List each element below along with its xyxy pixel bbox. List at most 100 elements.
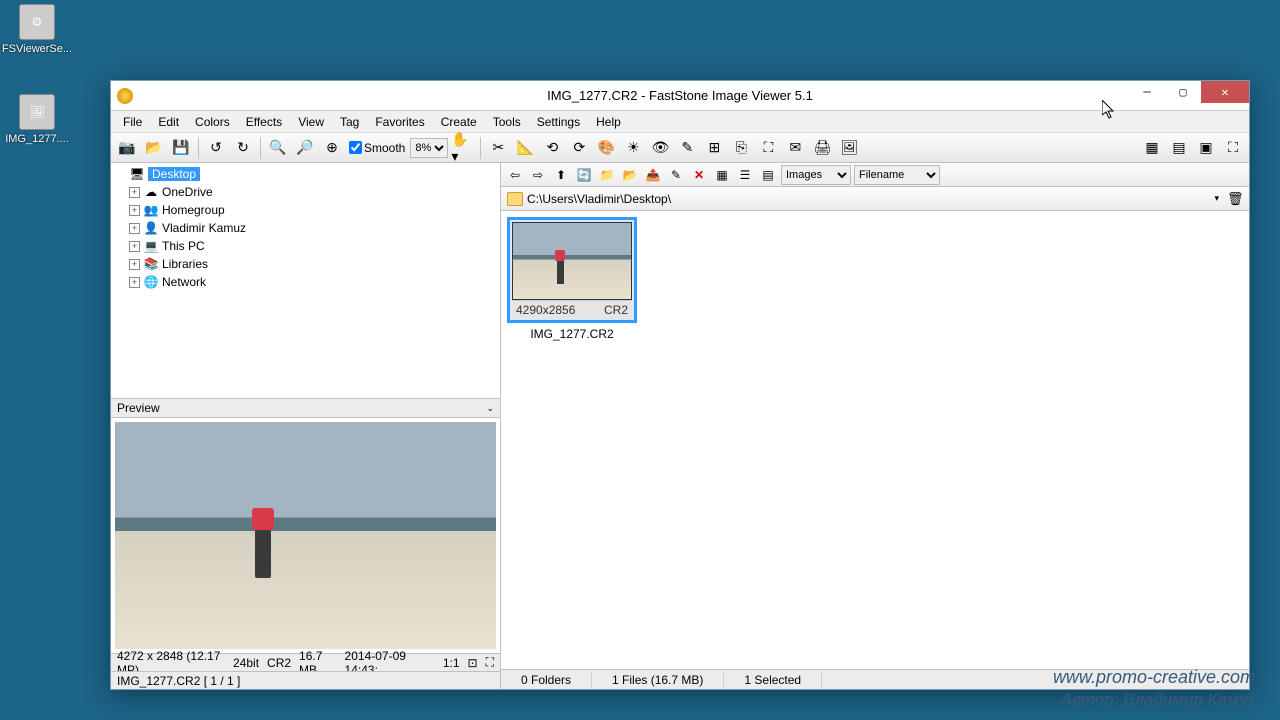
- clone-icon[interactable]: ⎘: [729, 136, 753, 160]
- save-icon[interactable]: 💾: [169, 136, 193, 160]
- zoom-select[interactable]: 8%: [410, 138, 448, 158]
- network-icon: 🌐: [143, 274, 159, 290]
- compare-icon[interactable]: ⊞: [702, 136, 726, 160]
- rename-icon[interactable]: ✎: [666, 165, 686, 185]
- expand-icon[interactable]: ⛶: [486, 655, 494, 670]
- preview-status: 4272 x 2848 (12.17 MP) 24bit CR2 16.7 MB…: [111, 653, 500, 671]
- desktop-icon: 🖥: [129, 166, 145, 182]
- menu-edit[interactable]: Edit: [150, 113, 187, 131]
- menu-tools[interactable]: Tools: [485, 113, 529, 131]
- nav-toolbar: ⇦ ⇨ ⬆ 🔄 📁 📂 📤 ✎ ✕ ▦ ☰ ▤ Images Filename: [501, 163, 1249, 187]
- smooth-checkbox[interactable]: [349, 141, 362, 154]
- view-browser-icon[interactable]: ▤: [1167, 136, 1191, 160]
- delete-icon[interactable]: ✕: [689, 165, 709, 185]
- nav-back-icon[interactable]: ⇦: [505, 165, 525, 185]
- menu-settings[interactable]: Settings: [529, 113, 588, 131]
- maximize-button[interactable]: ▢: [1165, 81, 1201, 103]
- nav-refresh-icon[interactable]: 🔄: [574, 165, 594, 185]
- zoom-out-icon[interactable]: 🔎: [293, 136, 317, 160]
- minimize-button[interactable]: ─: [1129, 81, 1165, 103]
- tree-item-homegroup[interactable]: + 👥 Homegroup: [111, 201, 500, 219]
- new-folder-icon[interactable]: 📁: [597, 165, 617, 185]
- nav-forward-icon[interactable]: ⇨: [528, 165, 548, 185]
- tree-item-user[interactable]: + 👤 Vladimir Kamuz: [111, 219, 500, 237]
- filter-select[interactable]: Images: [781, 165, 851, 185]
- menu-favorites[interactable]: Favorites: [367, 113, 432, 131]
- path-bar: C:\Users\Vladimir\Desktop\ ▾ 🗑: [501, 187, 1249, 211]
- hand-tool-icon[interactable]: ✋▾: [451, 136, 475, 160]
- expand-icon[interactable]: +: [129, 277, 140, 288]
- adjust-colors-icon[interactable]: 🎨: [594, 136, 618, 160]
- cloud-icon: ☁: [143, 184, 159, 200]
- left-panel: 🖥 Desktop + ☁ OneDrive + 👥 Homegroup + 👤…: [111, 163, 501, 689]
- wallpaper-icon[interactable]: 🖼: [837, 136, 861, 160]
- folder-tree[interactable]: 🖥 Desktop + ☁ OneDrive + 👥 Homegroup + 👤…: [111, 163, 500, 398]
- screenshot-icon[interactable]: ⛶: [756, 136, 780, 160]
- tree-item-libraries[interactable]: + 📚 Libraries: [111, 255, 500, 273]
- status-bar: 0 Folders 1 Files (16.7 MB) 1 Selected: [501, 669, 1249, 689]
- copy-to-icon[interactable]: 📂: [620, 165, 640, 185]
- titlebar[interactable]: IMG_1277.CR2 - FastStone Image Viewer 5.…: [111, 81, 1249, 111]
- menu-bar: File Edit Colors Effects View Tag Favori…: [111, 111, 1249, 133]
- main-window: IMG_1277.CR2 - FastStone Image Viewer 5.…: [110, 80, 1250, 690]
- desktop-icon-fsviewer[interactable]: ⚙ FSViewerSe...: [0, 4, 74, 55]
- menu-effects[interactable]: Effects: [238, 113, 290, 131]
- expand-icon[interactable]: +: [129, 187, 140, 198]
- tree-item-onedrive[interactable]: + ☁ OneDrive: [111, 183, 500, 201]
- path-dropdown-icon[interactable]: ▾: [1210, 193, 1223, 204]
- redo-icon[interactable]: ↻: [231, 136, 255, 160]
- sort-select[interactable]: Filename: [854, 165, 940, 185]
- preview-file-label: IMG_1277.CR2 [ 1 / 1 ]: [111, 671, 500, 689]
- collapse-preview-icon[interactable]: ⌄: [486, 403, 494, 414]
- smooth-toggle[interactable]: Smooth: [347, 141, 407, 155]
- menu-help[interactable]: Help: [588, 113, 629, 131]
- tree-item-thispc[interactable]: + 💻 This PC: [111, 237, 500, 255]
- undo-icon[interactable]: ↺: [204, 136, 228, 160]
- actual-size-icon[interactable]: ⊕: [320, 136, 344, 160]
- brightness-icon[interactable]: ☀: [621, 136, 645, 160]
- draw-icon[interactable]: ✎: [675, 136, 699, 160]
- list-view-icon[interactable]: ☰: [735, 165, 755, 185]
- recycle-bin-icon[interactable]: 🗑: [1227, 191, 1243, 207]
- view-thumbs-icon[interactable]: ▦: [1140, 136, 1164, 160]
- menu-colors[interactable]: Colors: [187, 113, 238, 131]
- menu-tag[interactable]: Tag: [332, 113, 367, 131]
- current-path[interactable]: C:\Users\Vladimir\Desktop\: [527, 192, 1206, 206]
- menu-file[interactable]: File: [115, 113, 150, 131]
- preview-image[interactable]: [111, 418, 500, 653]
- expand-icon[interactable]: +: [129, 205, 140, 216]
- print-icon[interactable]: 🖨: [810, 136, 834, 160]
- tree-item-desktop[interactable]: 🖥 Desktop: [111, 165, 500, 183]
- zoom-in-icon[interactable]: 🔍: [266, 136, 290, 160]
- menu-create[interactable]: Create: [433, 113, 485, 131]
- computer-icon: 💻: [143, 238, 159, 254]
- close-button[interactable]: ✕: [1201, 81, 1249, 103]
- expand-icon[interactable]: +: [129, 259, 140, 270]
- open-icon[interactable]: 📂: [142, 136, 166, 160]
- move-to-icon[interactable]: 📤: [643, 165, 663, 185]
- view-full-icon[interactable]: ▣: [1194, 136, 1218, 160]
- rotate-left-icon[interactable]: ⟲: [540, 136, 564, 160]
- acquire-icon[interactable]: 📷: [115, 136, 139, 160]
- libraries-icon: 📚: [143, 256, 159, 272]
- expand-icon[interactable]: +: [129, 223, 140, 234]
- fit-window-icon[interactable]: ⛶: [1221, 136, 1245, 160]
- rotate-right-icon[interactable]: ⟳: [567, 136, 591, 160]
- crop-icon[interactable]: ✂: [486, 136, 510, 160]
- thumbnail-item[interactable]: 4290x2856 CR2 IMG_1277.CR2: [507, 217, 637, 341]
- menu-view[interactable]: View: [290, 113, 332, 131]
- detail-view-icon[interactable]: ▤: [758, 165, 778, 185]
- tree-item-network[interactable]: + 🌐 Network: [111, 273, 500, 291]
- thumbnail-area[interactable]: 4290x2856 CR2 IMG_1277.CR2: [501, 211, 1249, 669]
- fit-icon[interactable]: ⊡: [468, 656, 478, 670]
- user-icon: 👤: [143, 220, 159, 236]
- nav-up-icon[interactable]: ⬆: [551, 165, 571, 185]
- thumb-view-icon[interactable]: ▦: [712, 165, 732, 185]
- desktop-icon-img[interactable]: 🖼 IMG_1277....: [0, 94, 74, 145]
- email-icon[interactable]: ✉: [783, 136, 807, 160]
- resize-icon[interactable]: 📐: [513, 136, 537, 160]
- expand-icon[interactable]: +: [129, 241, 140, 252]
- red-eye-icon[interactable]: 👁: [648, 136, 672, 160]
- app-icon: [117, 88, 133, 104]
- folder-icon: [507, 192, 523, 206]
